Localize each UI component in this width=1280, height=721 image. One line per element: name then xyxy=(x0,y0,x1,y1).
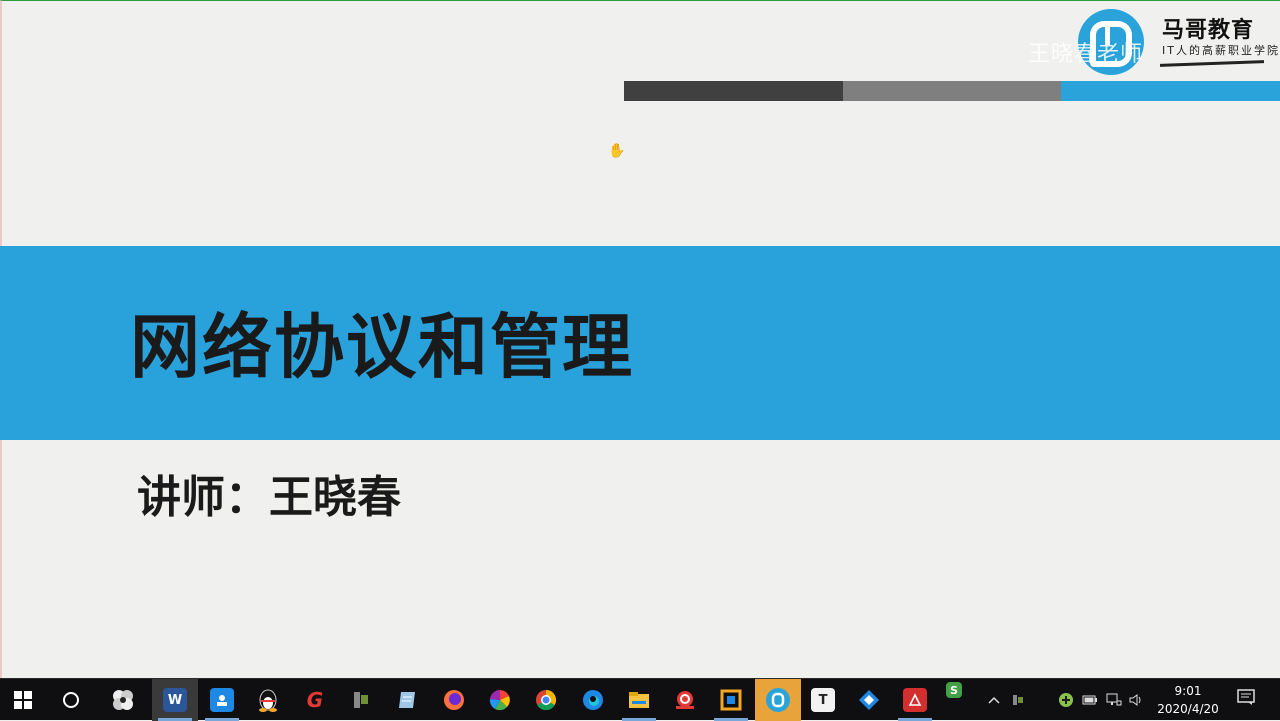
show-hidden-icons-button[interactable] xyxy=(984,679,1004,721)
g-icon: G xyxy=(306,688,324,712)
chrome-icon xyxy=(536,689,557,711)
typora-icon: T xyxy=(811,688,835,712)
window-top-edge xyxy=(0,0,1280,1)
cortana-search-button[interactable] xyxy=(48,679,94,721)
app-qq[interactable] xyxy=(245,679,291,721)
app-snail[interactable] xyxy=(662,679,708,721)
lecturer-line: 讲师：王晓春 xyxy=(137,472,401,523)
photo-icon xyxy=(210,688,234,712)
plus-circle-icon xyxy=(1059,693,1073,707)
brand-name: 马哥教育 xyxy=(1162,18,1255,43)
pdf-icon xyxy=(903,688,927,712)
brand-underline xyxy=(1159,60,1265,67)
tray-volume[interactable] xyxy=(1126,679,1146,721)
teamviewer-icon xyxy=(859,690,879,710)
app-teamviewer[interactable] xyxy=(846,679,892,721)
word-icon: W xyxy=(163,688,187,712)
edge-icon xyxy=(583,690,603,710)
snail-icon xyxy=(676,691,694,709)
hand-cursor-icon: ✋ xyxy=(608,143,626,159)
action-center-button[interactable] xyxy=(1236,687,1258,709)
app-wps[interactable]: S xyxy=(934,679,974,721)
tray-battery[interactable] xyxy=(1080,679,1100,721)
magedu-icon xyxy=(766,688,790,712)
windows-taskbar: W G T S 9:01 2020/4/20 xyxy=(0,678,1280,721)
start-button[interactable] xyxy=(0,679,46,721)
app-edge[interactable] xyxy=(570,679,616,721)
clock-date: 2020/4/20 xyxy=(1157,702,1219,716)
network-icon xyxy=(1106,693,1122,706)
tray-network[interactable] xyxy=(1104,679,1124,721)
folder-icon xyxy=(629,692,649,708)
notification-icon xyxy=(1237,689,1255,705)
app-word[interactable]: W xyxy=(152,679,198,721)
header-bar-blue-segment xyxy=(1061,81,1280,101)
slide-title: 网络协议和管理 xyxy=(130,306,634,388)
pinwheel-icon xyxy=(113,690,133,710)
firefox-icon xyxy=(444,690,464,710)
virtualbox-icon xyxy=(720,689,742,711)
app-color-wheel[interactable] xyxy=(477,679,523,721)
tray-app-icon xyxy=(1013,695,1023,705)
header-bar-gray-segment xyxy=(843,81,1061,101)
wps-icon: S xyxy=(946,682,962,698)
tray-green-plus[interactable] xyxy=(1056,679,1076,721)
presentation-slide: 马哥教育 IT人的高薪职业学院 王晓春老师 ✋ 网络协议和管理 讲师：王晓春 xyxy=(0,0,1280,678)
volume-icon xyxy=(1129,694,1141,706)
clock-time: 9:01 xyxy=(1174,684,1202,698)
flashlight-icon xyxy=(354,692,368,708)
battery-icon xyxy=(1082,695,1097,705)
app-photo-viewer[interactable] xyxy=(199,679,245,721)
header-bar-dark-segment xyxy=(624,81,843,101)
tray-flashlight[interactable] xyxy=(1008,679,1028,721)
app-flashlight[interactable] xyxy=(338,679,384,721)
app-pinwheel[interactable] xyxy=(100,679,146,721)
app-virtualbox[interactable] xyxy=(708,679,754,721)
app-magedu-player[interactable] xyxy=(755,679,801,721)
notepad-icon xyxy=(399,692,415,708)
app-file-explorer[interactable] xyxy=(616,679,662,721)
app-notes[interactable] xyxy=(384,679,430,721)
windows-icon xyxy=(14,691,32,709)
penguin-icon xyxy=(259,689,277,712)
watermark: 王晓春老师 xyxy=(1028,42,1144,67)
color-wheel-icon xyxy=(489,689,510,711)
app-typora[interactable]: T xyxy=(800,679,846,721)
circle-icon xyxy=(63,692,79,708)
app-chrome[interactable] xyxy=(523,679,569,721)
app-acrobat[interactable] xyxy=(892,679,938,721)
brand-slogan: IT人的高薪职业学院 xyxy=(1162,44,1280,57)
chevron-up-icon xyxy=(988,696,1000,704)
taskbar-clock[interactable]: 9:01 2020/4/20 xyxy=(1150,682,1226,718)
app-firefox[interactable] xyxy=(431,679,477,721)
app-red-g[interactable]: G xyxy=(292,679,338,721)
